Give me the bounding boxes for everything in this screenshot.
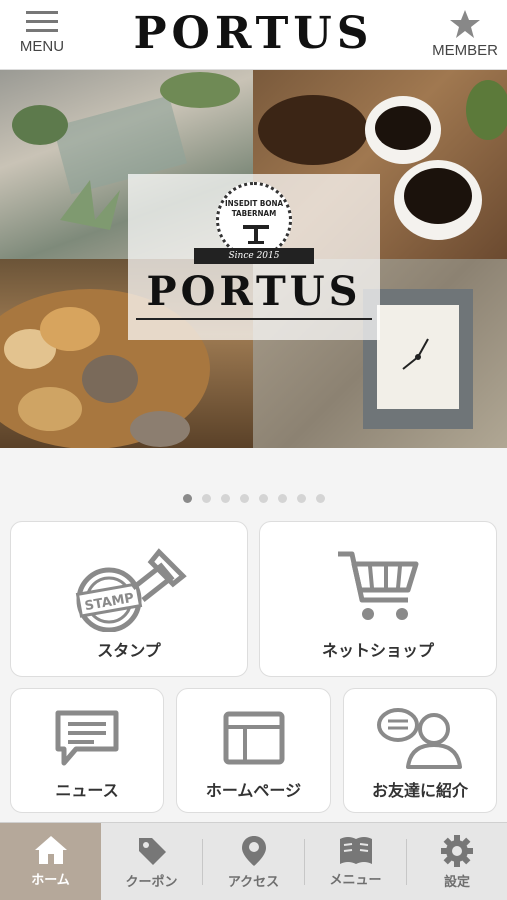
tab-coupon[interactable]: クーポン (101, 823, 202, 900)
refer-friend-label: お友達に紹介 (371, 781, 468, 800)
pagination-dot[interactable] (220, 494, 230, 503)
emblem-motto-line1: INSEDIT BONA (224, 199, 284, 208)
pagination-dot[interactable] (182, 494, 192, 503)
homepage-card[interactable]: ホームページ (176, 688, 331, 813)
emblem-seal: INSEDIT BONA TABERNAM (216, 182, 292, 258)
bottom-tab-bar: ホーム クーポン アクセス メニュー 設定 (0, 822, 507, 900)
member-label: MEMBER (432, 42, 498, 59)
net-shop-card[interactable]: ネットショップ (259, 521, 497, 677)
tab-coupon-label: クーポン (125, 875, 178, 890)
emblem-divider (136, 318, 372, 320)
pagination-dot[interactable] (277, 494, 287, 503)
star-icon (450, 10, 480, 38)
home-icon (34, 836, 67, 864)
tab-home[interactable]: ホーム (0, 823, 101, 900)
tab-menu-label: メニュー (329, 873, 382, 888)
tab-access-label: アクセス (227, 875, 280, 890)
stamp-icon: STAMP (75, 548, 187, 632)
refer-friend-icon (377, 708, 462, 769)
refer-friend-card[interactable]: お友達に紹介 (343, 688, 497, 813)
hero-slideshow[interactable]: INSEDIT BONA TABERNAM Since 2015 PORTUS (0, 70, 507, 448)
hero-emblem: INSEDIT BONA TABERNAM Since 2015 PORTUS (128, 174, 380, 340)
app-header: MENU PORTUS MEMBER (0, 0, 507, 70)
tab-settings-label: 設定 (443, 875, 470, 890)
emblem-since-ribbon: Since 2015 (194, 248, 314, 264)
member-button[interactable]: MEMBER (423, 8, 507, 64)
news-label: ニュース (55, 781, 119, 800)
map-pin-icon (241, 836, 266, 866)
emblem-name: PORTUS (146, 268, 362, 315)
stamp-label: スタンプ (97, 641, 161, 660)
homepage-label: ホームページ (205, 781, 302, 800)
pagination-dot[interactable] (315, 494, 325, 503)
tag-icon (138, 838, 166, 865)
news-bubble-icon (55, 710, 119, 766)
gear-icon (441, 835, 473, 867)
web-page-icon (223, 711, 284, 765)
book-icon (339, 837, 372, 864)
stamp-card[interactable]: STAMP スタンプ (10, 521, 248, 677)
shopping-cart-icon (338, 551, 419, 620)
pagination-dot[interactable] (201, 494, 211, 503)
tab-home-label: ホーム (31, 873, 70, 888)
pagination-dot[interactable] (258, 494, 268, 503)
slideshow-pagination (0, 488, 507, 507)
news-card[interactable]: ニュース (10, 688, 164, 813)
table-icon (243, 225, 269, 244)
tab-access[interactable]: アクセス (203, 823, 304, 900)
tab-menu[interactable]: メニュー (305, 823, 406, 900)
net-shop-label: ネットショップ (321, 641, 434, 660)
pagination-dot[interactable] (239, 494, 249, 503)
tab-settings[interactable]: 設定 (407, 823, 507, 900)
pagination-dot[interactable] (296, 494, 306, 503)
emblem-motto-line2: TABERNAM (231, 209, 277, 218)
